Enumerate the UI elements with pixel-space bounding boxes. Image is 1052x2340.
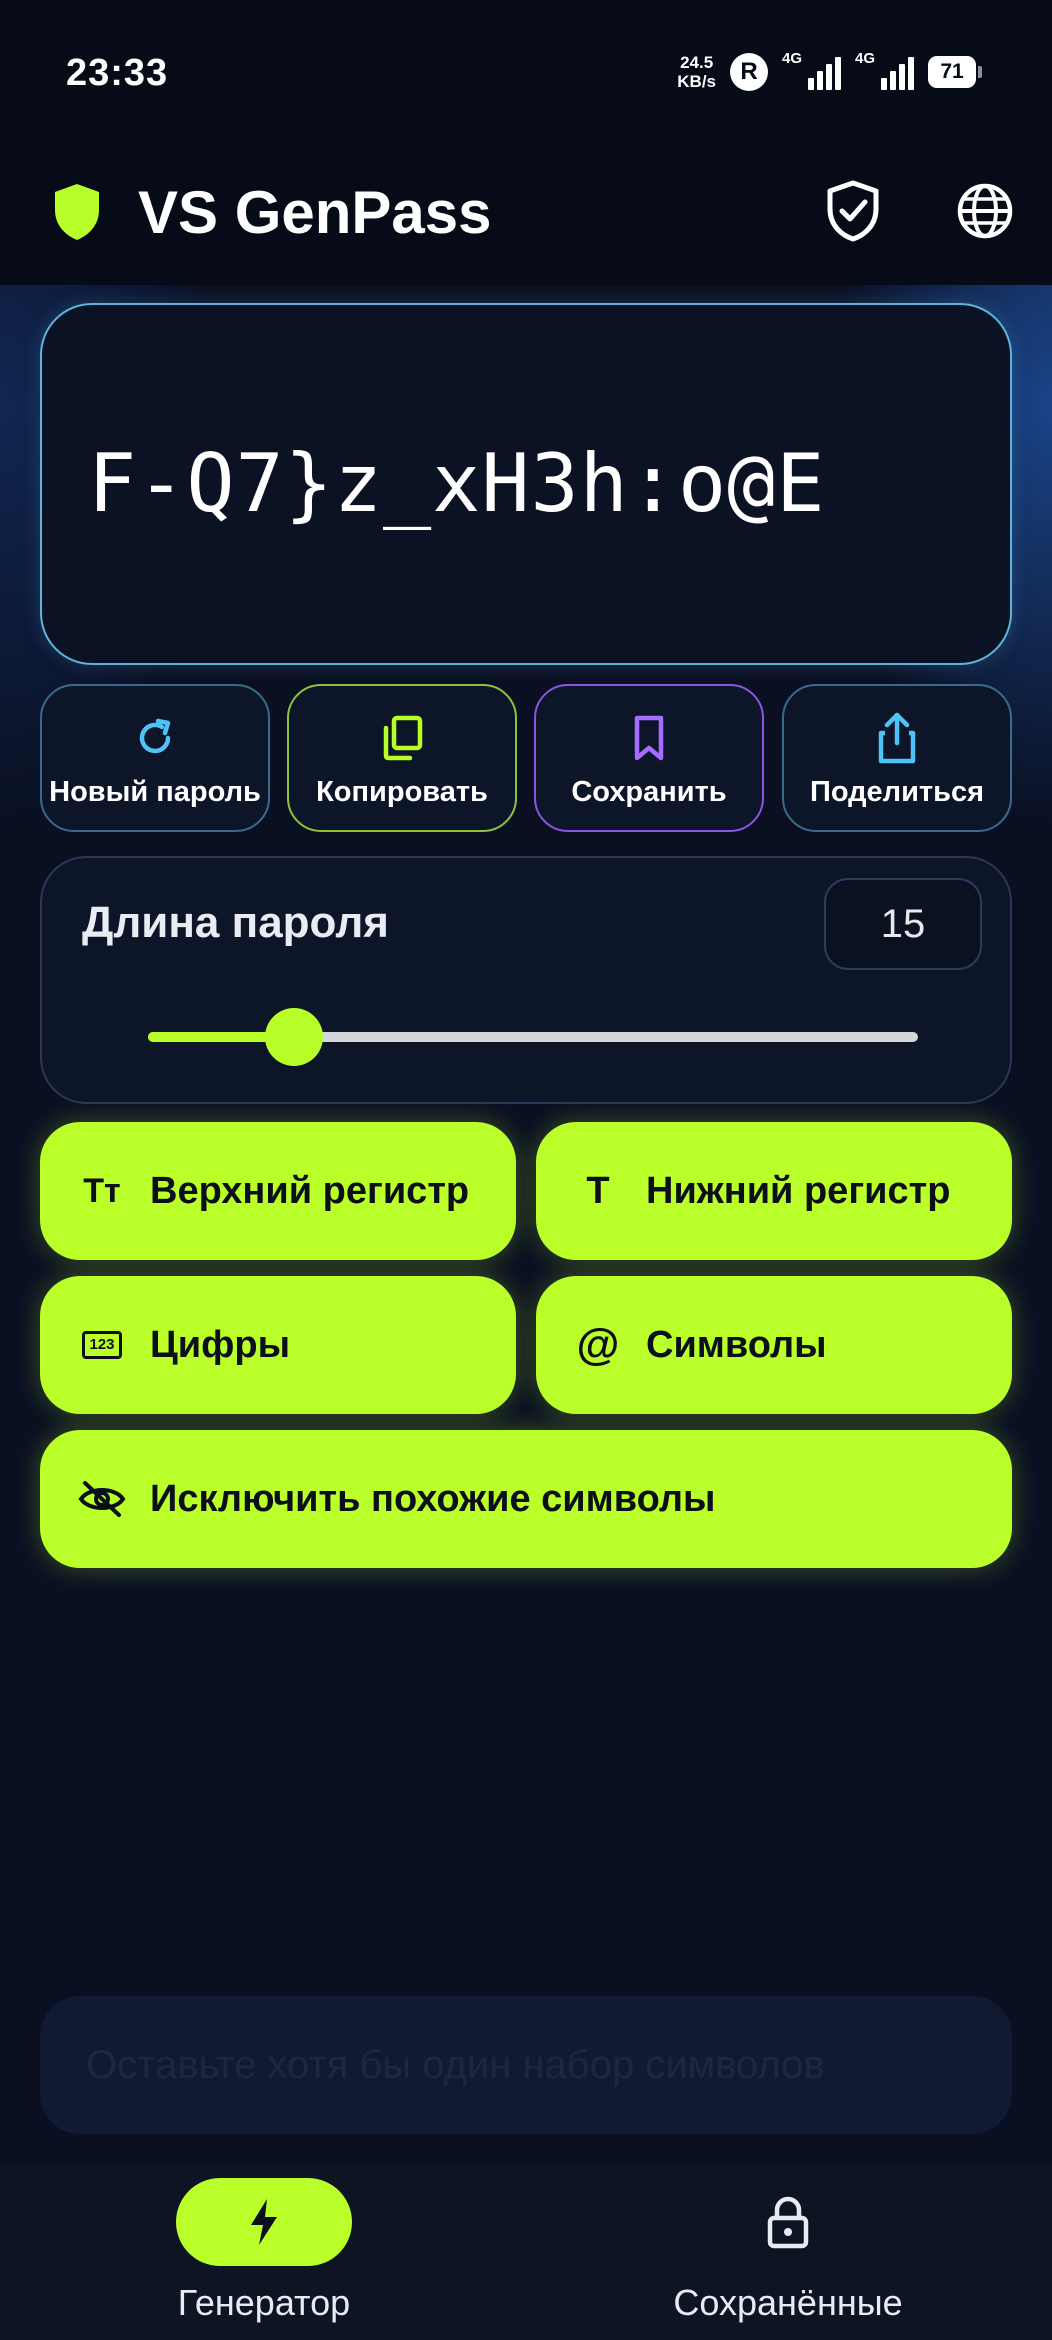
password-length-input[interactable]: 15 <box>824 878 982 970</box>
password-length-title: Длина пароля <box>82 898 389 947</box>
lowercase-toggle[interactable]: T Нижний регистр <box>536 1122 1012 1260</box>
globe-icon <box>957 183 1013 239</box>
refresh-icon <box>139 718 171 754</box>
copy-icon <box>383 715 423 761</box>
signal-sim2-icon: 4G <box>855 50 914 90</box>
uppercase-icon: Tт <box>83 1171 121 1210</box>
share-button[interactable]: Поделиться <box>782 684 1012 832</box>
network-speed-unit: KB/s <box>677 72 716 91</box>
digits-toggle[interactable]: 123 Цифры <box>40 1276 516 1414</box>
nav-generator[interactable]: Генератор <box>54 2178 474 2328</box>
battery-icon: 71 <box>928 56 982 88</box>
uppercase-label: Верхний регистр <box>150 1169 470 1212</box>
battery-level: 71 <box>928 56 976 88</box>
nav-saved-label: Сохранённые <box>673 2282 903 2323</box>
uppercase-toggle[interactable]: Tт Верхний регистр <box>40 1122 516 1260</box>
hint-snackbar: Оставьте хотя бы один набор символов <box>40 1996 1012 2134</box>
network-speed-value: 24.5 <box>680 53 714 72</box>
security-check-button[interactable] <box>820 178 886 244</box>
exclude-similar-toggle[interactable]: Исключить похожие символы <box>40 1430 1012 1568</box>
bookmark-icon <box>634 715 664 761</box>
new-password-label: Новый пароль <box>49 776 261 808</box>
symbols-icon: @ <box>576 1320 620 1369</box>
roaming-badge: R <box>730 53 768 91</box>
status-time: 23:33 <box>66 52 169 94</box>
signal-sim1-icon: 4G <box>782 50 841 90</box>
copy-button[interactable]: Копировать <box>287 684 517 832</box>
bolt-icon <box>251 2199 277 2245</box>
symbols-label: Символы <box>646 1323 827 1366</box>
digits-icon-text: 123 <box>82 1331 122 1359</box>
share-label: Поделиться <box>809 776 985 808</box>
password-length-card: Длина пароля 15 <box>40 856 1012 1104</box>
digits-icon: 123 <box>76 1319 128 1371</box>
network-speed: 24.5 KB/s <box>677 53 716 91</box>
lowercase-icon: T <box>586 1169 610 1212</box>
app-bar: VS GenPass <box>0 150 1052 270</box>
generated-password[interactable]: F-Q7}z_xH3h:o@E <box>88 437 825 530</box>
language-button[interactable] <box>952 178 1018 244</box>
status-bar: 23:33 24.5 KB/s R 4G 4G 71 <box>0 0 1052 120</box>
sim2-network-tag: 4G <box>855 50 876 67</box>
lock-icon <box>767 2196 809 2249</box>
share-icon <box>878 712 916 764</box>
symbols-toggle[interactable]: @ Символы <box>536 1276 1012 1414</box>
password-length-slider[interactable] <box>148 1008 918 1066</box>
app-screen: 23:33 24.5 KB/s R 4G 4G 71 VS GenPass F-… <box>0 0 1052 2340</box>
sim1-network-tag: 4G <box>782 50 803 67</box>
save-label: Сохранить <box>571 776 727 808</box>
nav-saved[interactable]: Сохранённые <box>578 2178 998 2328</box>
status-indicators: 24.5 KB/s R 4G 4G 71 <box>677 48 982 96</box>
exclude-similar-label: Исключить похожие символы <box>150 1477 716 1520</box>
eye-off-icon <box>78 1481 126 1517</box>
lowercase-label: Нижний регистр <box>646 1169 951 1212</box>
copy-label: Копировать <box>316 776 488 808</box>
shield-icon <box>55 184 99 240</box>
nav-saved-pill[interactable] <box>700 2178 876 2266</box>
shield-check-icon <box>827 180 879 242</box>
nav-generator-pill[interactable] <box>176 2178 352 2266</box>
digits-label: Цифры <box>150 1323 291 1366</box>
hint-text: Оставьте хотя бы один набор символов <box>86 2042 825 2087</box>
password-display[interactable]: F-Q7}z_xH3h:o@E <box>40 303 1012 665</box>
new-password-button[interactable]: Новый пароль <box>40 684 270 832</box>
save-button[interactable]: Сохранить <box>534 684 764 832</box>
bottom-navigation: Генератор Сохранённые <box>0 2164 1052 2340</box>
app-title: VS GenPass <box>138 179 492 246</box>
nav-generator-label: Генератор <box>177 2282 351 2323</box>
slider-thumb[interactable] <box>265 1008 324 1066</box>
